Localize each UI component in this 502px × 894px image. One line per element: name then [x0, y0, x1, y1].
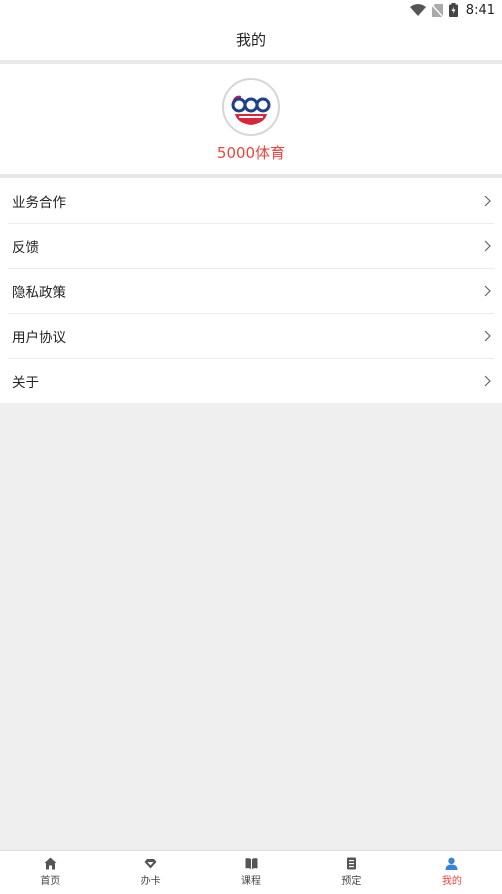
- settings-menu: 业务合作 反馈 隐私政策 用户协议 关于: [0, 178, 502, 403]
- page-header: 我的: [0, 20, 502, 64]
- menu-item-label: 关于: [12, 374, 39, 391]
- chevron-right-icon: [484, 285, 491, 296]
- status-bar: 8:41: [0, 0, 502, 20]
- no-sim-icon: [431, 3, 443, 17]
- chevron-right-icon: [484, 240, 491, 251]
- tab-label: 办卡: [140, 876, 161, 887]
- tab-booking[interactable]: 预定: [301, 851, 401, 894]
- tab-label: 我的: [441, 876, 462, 887]
- profile-name: 5000体育: [216, 144, 286, 162]
- home-icon: [44, 857, 57, 870]
- diamond-icon: [144, 859, 157, 869]
- document-icon: [346, 857, 356, 870]
- chevron-right-icon: [484, 330, 491, 341]
- profile-card: 5000体育: [0, 64, 502, 178]
- status-time: 8:41: [465, 2, 495, 18]
- person-icon: [445, 857, 458, 870]
- menu-item-user-agreement[interactable]: 用户协议: [0, 313, 502, 358]
- menu-item-label: 隐私政策: [12, 284, 66, 301]
- menu-item-label: 用户协议: [12, 329, 66, 346]
- page-title: 我的: [235, 30, 266, 49]
- menu-item-feedback[interactable]: 反馈: [0, 223, 502, 268]
- battery-icon: [448, 3, 458, 17]
- tab-label: 课程: [241, 876, 262, 887]
- tab-courses[interactable]: 课程: [201, 851, 301, 894]
- menu-item-privacy-policy[interactable]: 隐私政策: [0, 268, 502, 313]
- tab-label: 预定: [341, 876, 362, 887]
- avatar[interactable]: [222, 78, 280, 136]
- brand-logo-icon: [226, 82, 276, 132]
- tab-label: 首页: [40, 876, 61, 887]
- menu-item-about[interactable]: 关于: [0, 358, 502, 403]
- tab-mine[interactable]: 我的: [402, 851, 502, 894]
- wifi-icon: [409, 4, 426, 16]
- menu-item-label: 反馈: [12, 239, 39, 256]
- menu-item-business-cooperation[interactable]: 业务合作: [0, 178, 502, 223]
- book-icon: [245, 858, 258, 869]
- chevron-right-icon: [484, 195, 491, 206]
- chevron-right-icon: [484, 375, 491, 386]
- tab-card[interactable]: 办卡: [100, 851, 200, 894]
- tab-home[interactable]: 首页: [0, 851, 100, 894]
- menu-item-label: 业务合作: [12, 194, 66, 211]
- bottom-tab-bar: 首页 办卡 课程 预定 我的: [0, 850, 502, 894]
